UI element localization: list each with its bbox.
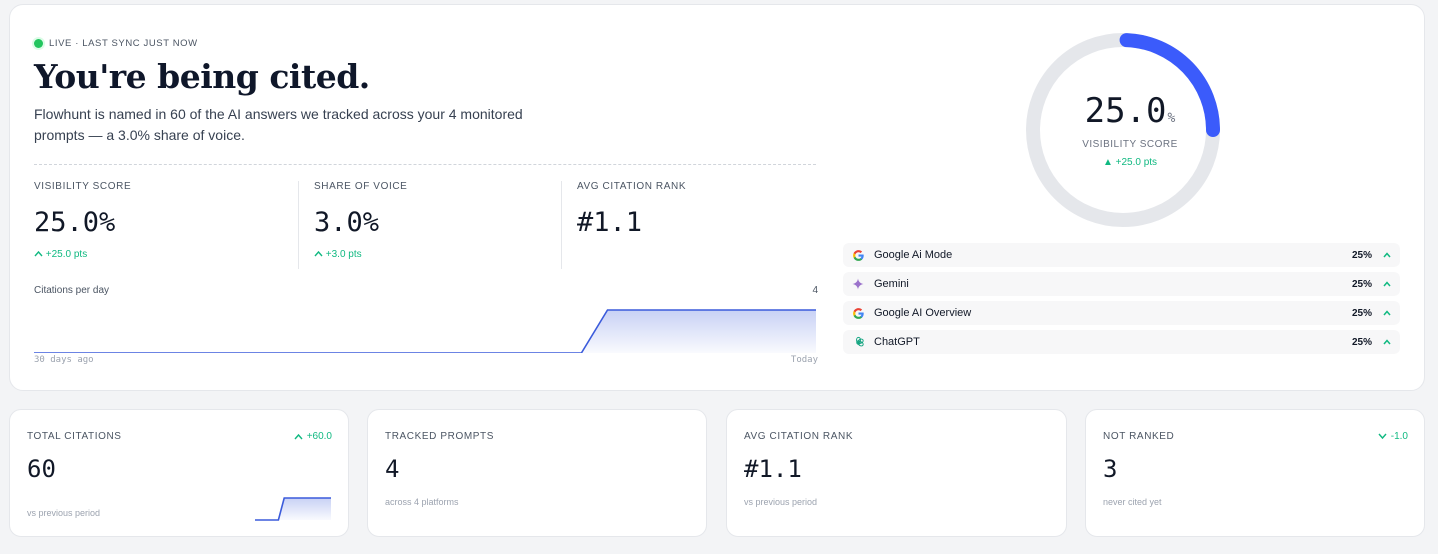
platform-row-google-ai-overview[interactable]: Google AI Overview 25% [843, 301, 1400, 325]
card-sub: vs previous period [27, 508, 101, 518]
card-total-citations: TOTAL CITATIONS +60.0 60 vs previous per… [9, 409, 349, 537]
citations-chart-start-label: 30 days ago [34, 355, 94, 365]
kpi-label: AVG CITATION RANK [577, 181, 687, 192]
card-label: AVG CITATION RANK [744, 431, 854, 442]
live-status-text: LIVE · LAST SYNC JUST NOW [49, 38, 198, 49]
kpi-value: 3.0% [314, 207, 380, 238]
kpi-label: SHARE OF VOICE [314, 181, 408, 192]
card-delta-text: +60.0 [306, 431, 332, 442]
citations-per-day-chart [34, 309, 816, 353]
platform-row-chatgpt[interactable]: ChatGPT 25% [843, 330, 1400, 354]
citations-chart-label: Citations per day [34, 285, 110, 296]
live-status: LIVE · LAST SYNC JUST NOW [34, 38, 198, 49]
page-title: You're being cited. [34, 57, 370, 96]
mini-citations-area [255, 498, 331, 520]
gauge-value: 25.0% [1020, 91, 1240, 131]
gauge-delta: ▲ +25.0 pts [1102, 157, 1158, 168]
chatgpt-icon [851, 335, 865, 349]
platform-pct: 25% [1351, 307, 1372, 319]
card-label: TOTAL CITATIONS [27, 431, 122, 442]
gauge-label: VISIBILITY SCORE [1082, 139, 1178, 150]
card-label: NOT RANKED [1103, 431, 1175, 442]
citations-area [34, 310, 816, 353]
kpi-value: 25.0% [34, 207, 116, 238]
live-dot-icon [34, 39, 43, 48]
chevron-up-icon [314, 250, 323, 257]
card-not-ranked: NOT RANKED -1.0 3 never cited yet [1085, 409, 1425, 537]
platform-row-google-ai-mode[interactable]: Google Ai Mode 25% [843, 243, 1400, 267]
chevron-up-icon [1383, 252, 1391, 258]
platform-name: Google AI Overview [874, 307, 972, 319]
kpi-delta-text: +25.0 pts [45, 249, 88, 260]
platform-pct: 25% [1351, 249, 1372, 261]
visibility-hero-card: LIVE · LAST SYNC JUST NOW You're being c… [9, 4, 1425, 391]
chevron-up-icon [1383, 310, 1391, 316]
gemini-icon [851, 277, 865, 291]
kpi-share-of-voice: SHARE OF VOICE 3.0% +3.0 pts [298, 181, 561, 269]
card-sub: across 4 platforms [385, 497, 459, 507]
platform-row-gemini[interactable]: Gemini 25% [843, 272, 1400, 296]
kpi-avg-citation-rank: AVG CITATION RANK #1.1 [561, 181, 816, 269]
platform-pct: 25% [1351, 278, 1372, 290]
summary-text: Flowhunt is named in 60 of the AI answer… [34, 106, 523, 143]
gauge-value-number: 25.0 [1084, 91, 1167, 131]
kpi-delta-text: +3.0 pts [325, 249, 362, 260]
gauge-unit: % [1167, 111, 1176, 126]
google-icon [851, 306, 865, 320]
platform-list: Google Ai Mode 25% Gemini 25% Google AI … [843, 243, 1400, 359]
platform-name: Gemini [874, 278, 909, 290]
card-sub: vs previous period [744, 497, 818, 507]
card-delta-text: -1.0 [1390, 431, 1408, 442]
chevron-up-icon [1383, 339, 1391, 345]
chevron-down-icon [1378, 433, 1387, 440]
card-tracked-prompts: TRACKED PROMPTS 4 across 4 platforms [367, 409, 707, 537]
kpi-delta: +25.0 pts [34, 249, 298, 260]
platform-name: Google Ai Mode [874, 249, 953, 261]
divider [34, 164, 816, 165]
citations-chart-max-label: 4 [812, 285, 818, 296]
card-delta: -1.0 [1378, 431, 1408, 442]
card-avg-citation-rank: AVG CITATION RANK #1.1 vs previous perio… [726, 409, 1067, 537]
citations-chart-end-label: Today [790, 355, 818, 365]
kpi-label: VISIBILITY SCORE [34, 181, 132, 192]
platform-name: ChatGPT [874, 336, 920, 348]
kpi-value: #1.1 [577, 207, 643, 238]
chevron-up-icon [1383, 281, 1391, 287]
total-citations-mini-chart [255, 497, 332, 521]
kpi-delta: +3.0 pts [314, 249, 561, 260]
google-icon [851, 248, 865, 262]
platform-pct: 25% [1351, 336, 1372, 348]
card-label: TRACKED PROMPTS [385, 431, 495, 442]
card-value: 4 [385, 455, 400, 483]
card-value: #1.1 [744, 455, 802, 483]
card-value: 60 [27, 455, 56, 483]
card-sub: never cited yet [1103, 497, 1162, 507]
card-delta: +60.0 [294, 431, 332, 442]
card-value: 3 [1103, 455, 1118, 483]
kpi-visibility-score: VISIBILITY SCORE 25.0% +25.0 pts [34, 181, 298, 269]
chevron-up-icon [34, 250, 43, 257]
chevron-up-icon [294, 433, 303, 440]
